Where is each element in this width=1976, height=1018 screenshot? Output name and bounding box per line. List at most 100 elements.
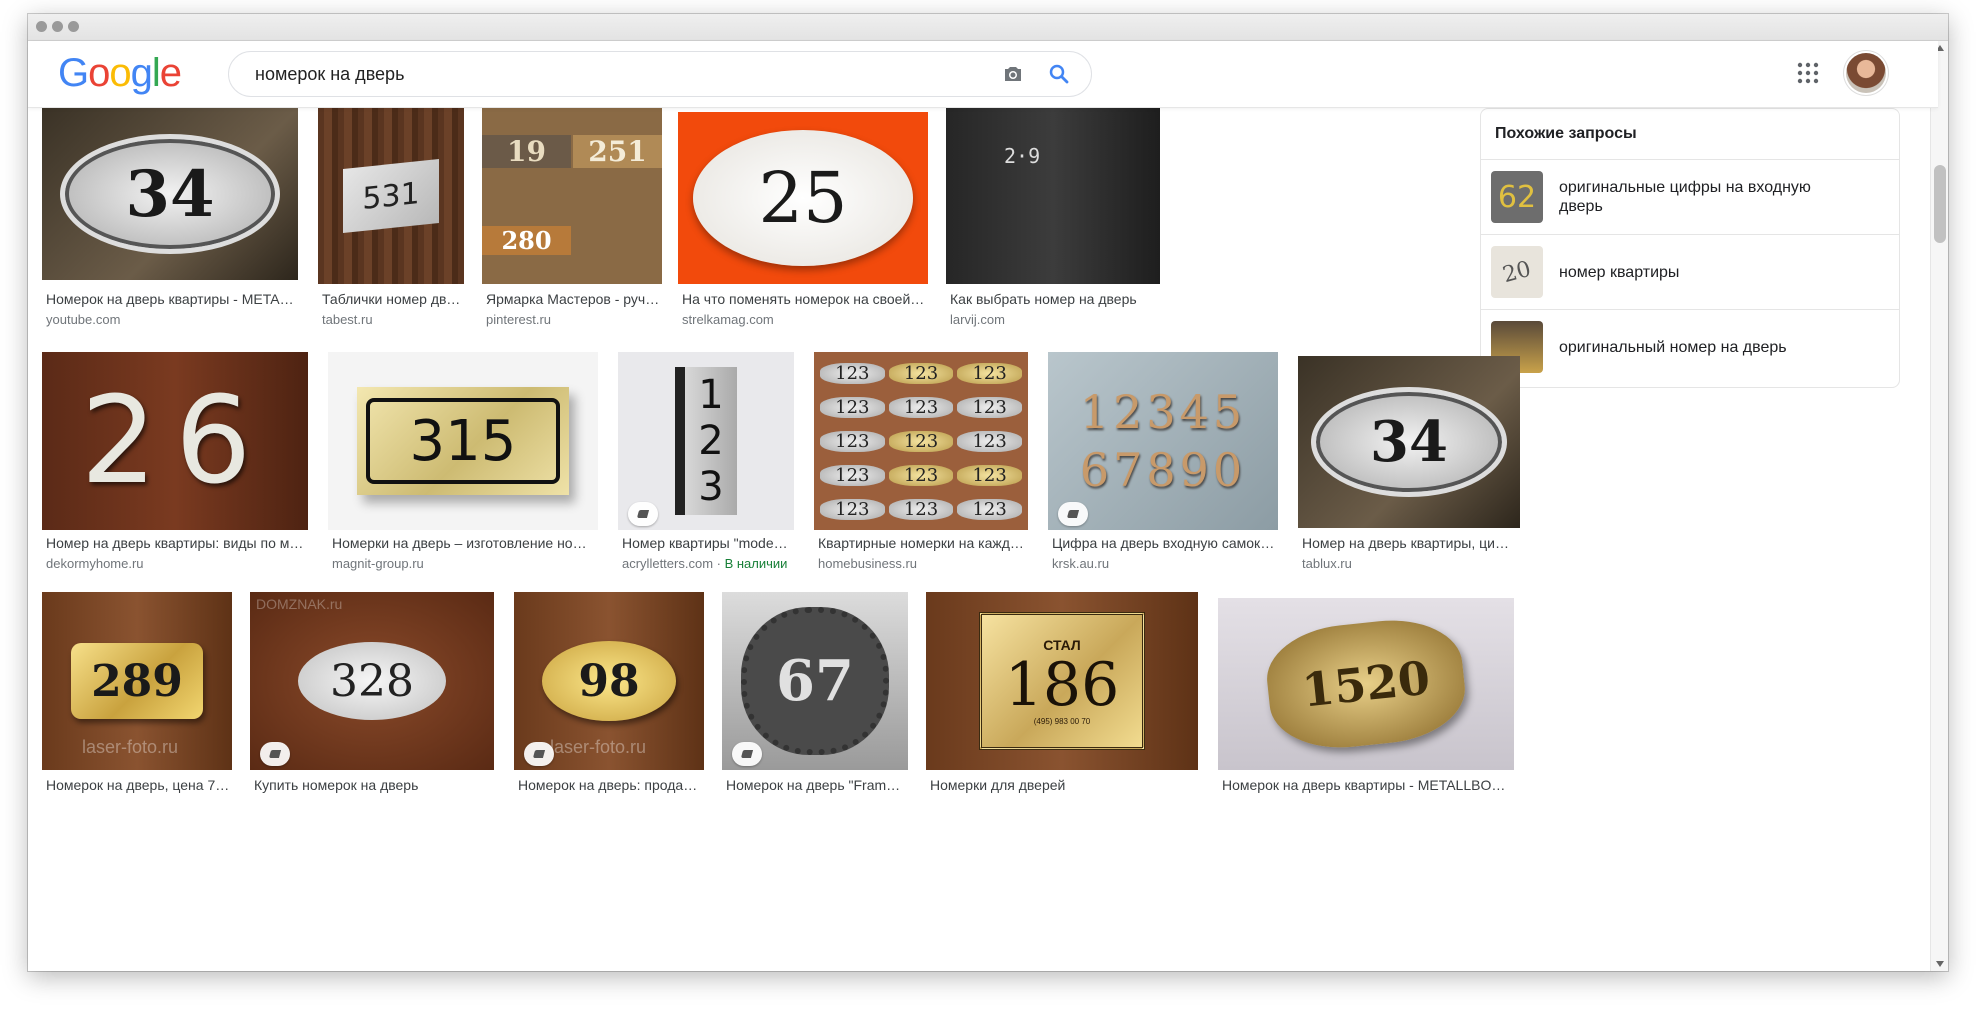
- plate-number: 123: [957, 464, 1022, 486]
- result-source[interactable]: youtube.com: [46, 312, 120, 328]
- related-thumb: 62: [1491, 171, 1543, 223]
- result-caption[interactable]: Номер на дверь квартиры, цифры ...: [1302, 534, 1518, 552]
- result-source[interactable]: acrylletters.com · В наличии: [622, 556, 787, 572]
- result-source[interactable]: larvij.com: [950, 312, 1005, 328]
- result-source[interactable]: dekormyhome.ru: [46, 556, 144, 572]
- image-result[interactable]: 289 laser-foto.ru Номерок на дверь, цена…: [42, 592, 232, 802]
- logo-letter: o: [88, 51, 110, 95]
- search-icon[interactable]: [1047, 62, 1071, 86]
- result-image[interactable]: 67: [722, 592, 908, 770]
- result-image[interactable]: 98 laser-foto.ru: [514, 592, 704, 770]
- result-caption[interactable]: Номерок на дверь квартиры - METALLBO...: [46, 290, 296, 308]
- related-item[interactable]: 20 номер квартиры: [1481, 234, 1899, 309]
- camera-icon[interactable]: [1001, 62, 1025, 86]
- image-result[interactable]: 98 laser-foto.ru Номерок на дверь: прода…: [514, 592, 704, 802]
- related-label: оригинальные цифры на входную дверь: [1559, 179, 1811, 215]
- image-result[interactable]: 19 251 280 Ярмарка Мастеров - ручна... p…: [482, 108, 662, 338]
- image-result[interactable]: 1520 Номерок на дверь квартиры - METALLB…: [1218, 592, 1514, 802]
- result-caption[interactable]: Номерок на дверь "Frame wit...: [726, 776, 906, 794]
- result-caption[interactable]: На что поменять номерок на своей две...: [682, 290, 926, 308]
- image-result[interactable]: 1 2 3 Номер квартиры "modern v... acryll…: [618, 352, 794, 582]
- logo-letter: o: [109, 51, 131, 95]
- plate-number: 34: [125, 156, 215, 232]
- image-result[interactable]: 12345 67890 Цифра на дверь входную самок…: [1048, 352, 1278, 582]
- plate-number: 123: [957, 362, 1022, 384]
- result-caption[interactable]: Квартирные номерки на каждую ...: [818, 534, 1026, 552]
- result-caption[interactable]: Номер квартиры "modern v...: [622, 534, 792, 552]
- google-logo[interactable]: Google: [58, 51, 182, 95]
- result-caption[interactable]: Номерки на дверь – изготовление номерко.…: [332, 534, 596, 552]
- related-thumb: 20: [1491, 246, 1543, 298]
- result-caption[interactable]: Таблички номер двери: [322, 290, 462, 308]
- image-result[interactable]: 123 123 123 123 123 123 123 123 123 123 …: [814, 352, 1028, 582]
- result-caption[interactable]: Как выбрать номер на дверь: [950, 290, 1158, 308]
- image-result[interactable]: 2·9 Как выбрать номер на дверь larvij.co…: [946, 108, 1160, 338]
- plate-number: 123: [820, 430, 885, 452]
- search-input[interactable]: [255, 52, 955, 96]
- image-result[interactable]: 531 Таблички номер двери tabest.ru: [318, 108, 464, 338]
- plate-number: 19: [507, 135, 546, 168]
- result-image[interactable]: 289 laser-foto.ru: [42, 592, 232, 770]
- plate-number: 3: [698, 464, 724, 510]
- plate-number: 123: [888, 430, 954, 452]
- result-source[interactable]: tabest.ru: [322, 312, 373, 328]
- related-item[interactable]: 62 оригинальные цифры на входную дверь: [1481, 159, 1899, 234]
- phone-text: (495) 983 00 70: [1033, 716, 1091, 726]
- image-result[interactable]: 315 Номерки на дверь – изготовление номе…: [328, 352, 598, 582]
- result-caption[interactable]: Купить номерок на дверь: [254, 776, 492, 794]
- result-image[interactable]: 2·9: [946, 108, 1160, 284]
- related-item[interactable]: оригинальный номер на дверь: [1481, 309, 1899, 384]
- account-avatar[interactable]: [1846, 53, 1886, 93]
- result-image[interactable]: 1520: [1218, 598, 1514, 770]
- result-image[interactable]: 34: [42, 108, 298, 280]
- result-caption[interactable]: Номер на дверь квартиры: виды по матер..…: [46, 534, 306, 552]
- vertical-scrollbar[interactable]: [1930, 41, 1948, 971]
- plate-number: 2: [698, 418, 724, 464]
- result-source[interactable]: pinterest.ru: [486, 312, 551, 328]
- result-caption[interactable]: Номерок на дверь: продажа, ...: [518, 776, 702, 794]
- plate-number: 1520: [1299, 650, 1433, 718]
- plate-number: 12345: [1079, 385, 1247, 439]
- scroll-down-arrow-icon[interactable]: [1936, 961, 1944, 967]
- result-image[interactable]: 34: [1298, 356, 1520, 528]
- result-image[interactable]: 123 123 123 123 123 123 123 123 123 123 …: [814, 352, 1028, 530]
- plate-number: 25: [758, 157, 848, 239]
- result-source[interactable]: krsk.au.ru: [1052, 556, 1109, 572]
- plate-number: 251: [588, 135, 647, 168]
- image-result[interactable]: 26 Номер на дверь квартиры: виды по мате…: [42, 352, 308, 582]
- minimize-dot[interactable]: [52, 21, 63, 32]
- in-stock-label: В наличии: [724, 556, 788, 571]
- result-caption[interactable]: Номерок на дверь квартиры - METALLBOX © …: [1222, 776, 1512, 794]
- result-image[interactable]: 531: [318, 108, 464, 284]
- result-image[interactable]: СТАЛ 186 (495) 983 00 70: [926, 592, 1198, 770]
- zoom-dot[interactable]: [68, 21, 79, 32]
- plate-number: 123: [957, 430, 1022, 452]
- result-image[interactable]: 328 DOMZNAK.ru: [250, 592, 494, 770]
- result-image[interactable]: 12345 67890: [1048, 352, 1278, 530]
- close-dot[interactable]: [36, 21, 47, 32]
- result-source[interactable]: homebusiness.ru: [818, 556, 917, 572]
- scroll-thumb[interactable]: [1934, 165, 1946, 243]
- result-image[interactable]: 315: [328, 352, 598, 530]
- result-caption[interactable]: Номерки для дверей: [930, 776, 1196, 794]
- result-image[interactable]: 19 251 280: [482, 108, 662, 284]
- image-result[interactable]: 34 Номерок на дверь квартиры - METALLBO.…: [42, 108, 298, 338]
- result-image[interactable]: 26: [42, 352, 308, 530]
- image-result[interactable]: 25 На что поменять номерок на своей две.…: [678, 108, 928, 338]
- result-image[interactable]: 25: [678, 112, 928, 284]
- thumb-number: 20: [1500, 256, 1534, 288]
- related-searches-card: Похожие запросы 62 оригинальные цифры на…: [1480, 108, 1900, 388]
- apps-grid-icon[interactable]: [1796, 61, 1820, 85]
- image-result[interactable]: 328 DOMZNAK.ru Купить номерок на дверь: [250, 592, 494, 802]
- result-image[interactable]: 1 2 3: [618, 352, 794, 530]
- result-source[interactable]: strelkamag.com: [682, 312, 774, 328]
- image-result[interactable]: 67 Номерок на дверь "Frame wit...: [722, 592, 908, 802]
- result-source[interactable]: tablux.ru: [1302, 556, 1352, 572]
- result-source[interactable]: magnit-group.ru: [332, 556, 424, 572]
- result-caption[interactable]: Номерок на дверь, цена 75 ру...: [46, 776, 230, 794]
- image-result[interactable]: СТАЛ 186 (495) 983 00 70 Номерки для две…: [926, 592, 1198, 802]
- result-caption[interactable]: Цифра на дверь входную самоклея...: [1052, 534, 1276, 552]
- plate-number: 123: [888, 362, 954, 384]
- result-caption[interactable]: Ярмарка Мастеров - ручна...: [486, 290, 660, 308]
- image-result[interactable]: 34 Номер на дверь квартиры, цифры ... ta…: [1298, 352, 1520, 582]
